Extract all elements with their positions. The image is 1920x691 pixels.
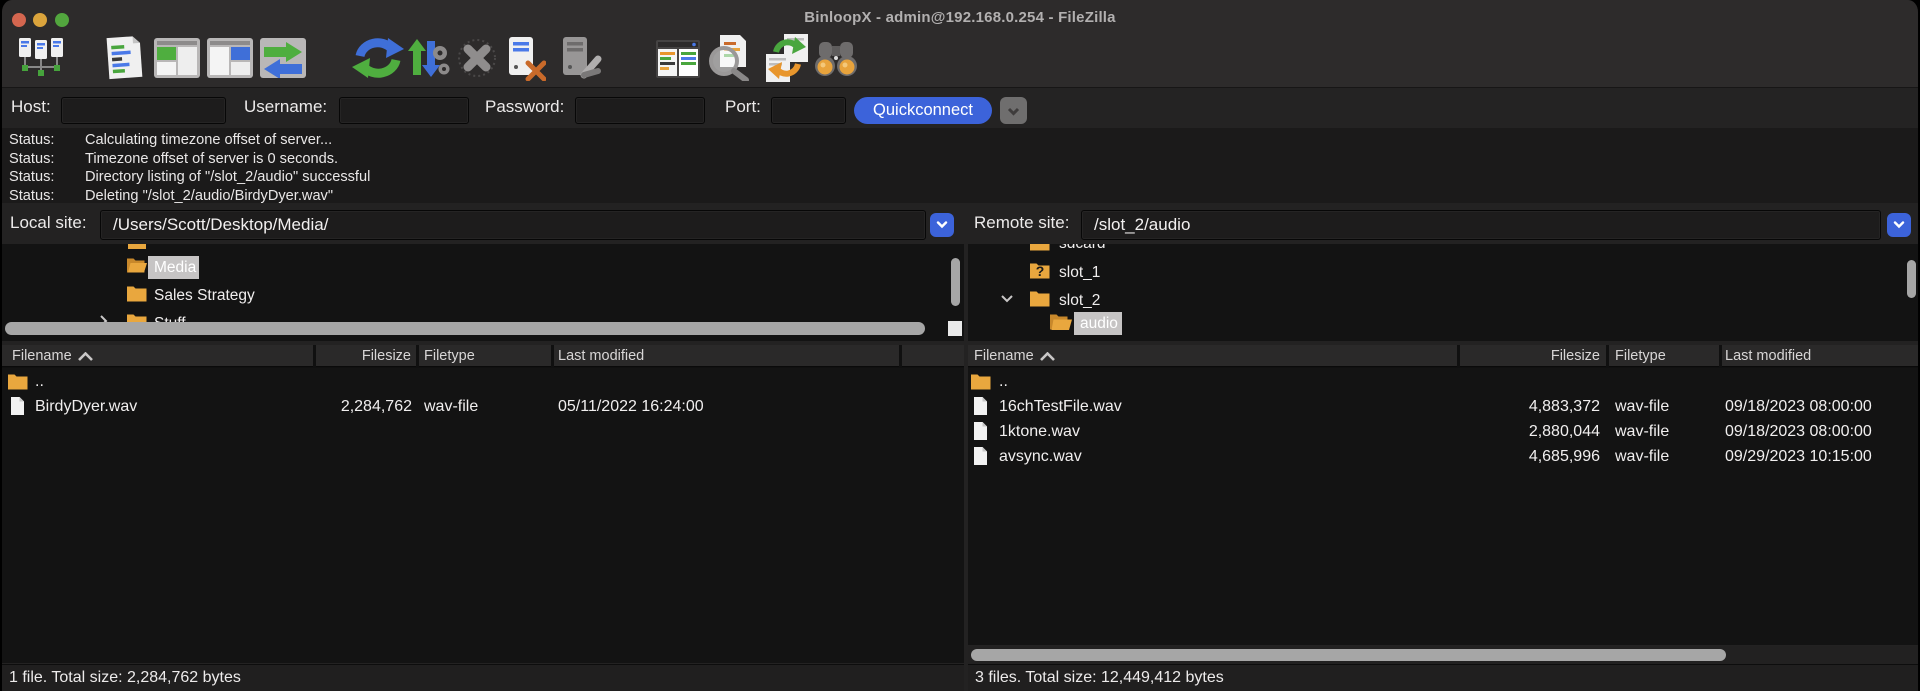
open-folder-icon — [1050, 313, 1072, 331]
cancel-icon[interactable] — [454, 38, 500, 78]
file-search-icon[interactable] — [706, 35, 754, 81]
column-header-last-modified[interactable]: Last modified — [554, 345, 899, 367]
column-header-last-modified[interactable]: Last modified — [1722, 345, 1920, 367]
host-label: Host: — [11, 88, 51, 129]
zoom-window-button[interactable] — [55, 13, 69, 27]
message-log-icon[interactable] — [104, 36, 144, 80]
chevron-down-icon — [936, 221, 948, 229]
vertical-scrollbar-thumb[interactable] — [1907, 260, 1916, 298]
reconnect-icon[interactable] — [562, 35, 602, 81]
remote-list-header: Filename Filesize Filetype Last modified — [968, 345, 1920, 368]
open-folder-icon — [127, 257, 147, 274]
remote-file-list: .. 16chTestFile.wav 4,883,372 wav-file 0… — [968, 368, 1920, 645]
file-row[interactable]: 1ktone.wav 2,880,044 wav-file 09/18/2023… — [968, 419, 1920, 444]
file-row[interactable]: BirdyDyer.wav 2,284,762 wav-file 05/11/2… — [2, 394, 964, 419]
password-label: Password: — [485, 88, 564, 129]
folder-icon — [971, 373, 991, 390]
title-bar: BinloopX - admin@192.168.0.254 - FileZil… — [2, 0, 1918, 33]
toolbar — [2, 33, 1918, 87]
remote-status-bar: 3 files. Total size: 12,449,412 bytes — [968, 664, 1920, 691]
column-header-filesize[interactable]: Filesize — [316, 345, 416, 367]
site-manager-icon[interactable] — [18, 36, 64, 80]
vertical-scrollbar-thumb[interactable] — [951, 258, 960, 306]
transfer-queue-icon[interactable] — [260, 38, 306, 78]
username-label: Username: — [244, 88, 327, 129]
username-input[interactable] — [339, 97, 469, 124]
column-header-filename[interactable]: Filename — [2, 345, 313, 367]
minimize-window-button[interactable] — [33, 13, 47, 27]
synchronized-browsing-icon[interactable] — [764, 34, 810, 82]
local-status-bar: 1 file. Total size: 2,284,762 bytes — [2, 664, 964, 691]
folder-icon — [8, 373, 28, 390]
host-input[interactable] — [61, 97, 226, 124]
port-input[interactable] — [771, 97, 846, 124]
scrollbar-corner — [948, 321, 962, 336]
local-site-path[interactable]: /Users/Scott/Desktop/Media/ — [100, 210, 926, 240]
quickconnect-dropdown-button[interactable] — [1000, 97, 1027, 124]
column-header-filename[interactable]: Filename — [968, 345, 1457, 367]
horizontal-scrollbar-thumb[interactable] — [971, 649, 1726, 661]
directory-listing-filters-icon[interactable] — [656, 40, 700, 78]
status-log-line: Status: Calculating timezone offset of s… — [2, 131, 1918, 149]
folder-icon — [1030, 290, 1050, 307]
directory-comparison-icon[interactable] — [814, 40, 858, 78]
file-row[interactable]: 16chTestFile.wav 4,883,372 wav-file 09/1… — [968, 394, 1920, 419]
file-icon — [973, 447, 988, 465]
local-directory-tree: Media Sales Strategy Stuff — [2, 244, 964, 341]
local-tree-toggle-icon[interactable] — [154, 38, 200, 78]
column-header-filetype[interactable]: Filetype — [1609, 345, 1719, 367]
port-label: Port: — [725, 88, 761, 129]
remote-tree-toggle-icon[interactable] — [207, 38, 253, 78]
main-area: Local site: /Users/Scott/Desktop/Media/ … — [2, 203, 1918, 691]
quickconnect-button[interactable]: Quickconnect — [854, 97, 992, 124]
chevron-down-icon — [1007, 107, 1020, 116]
horizontal-scrollbar-thumb[interactable] — [5, 322, 925, 335]
remote-site-path[interactable]: /slot_2/audio — [1081, 210, 1881, 240]
close-window-button[interactable] — [12, 13, 26, 27]
svg-text:?: ? — [1036, 263, 1045, 279]
remote-horizontal-scrollbar — [968, 646, 1920, 664]
remote-site-label: Remote site: — [974, 203, 1069, 244]
file-icon — [973, 422, 988, 440]
folder-icon — [128, 244, 146, 249]
folder-unknown-icon: ? — [1030, 262, 1050, 279]
refresh-icon[interactable] — [350, 34, 406, 82]
chevron-down-icon — [1000, 294, 1014, 303]
column-header-filesize[interactable]: Filesize — [1460, 345, 1606, 367]
status-log-line: Status: Directory listing of "/slot_2/au… — [2, 168, 1918, 186]
process-queue-icon[interactable] — [406, 35, 450, 81]
disconnect-icon[interactable] — [508, 35, 546, 81]
remote-site-dropdown-button[interactable] — [1887, 213, 1911, 237]
status-log-line: Status: Timezone offset of server is 0 s… — [2, 150, 1918, 168]
file-icon — [973, 397, 988, 415]
file-row-parent[interactable]: .. — [2, 369, 964, 394]
local-site-label: Local site: — [10, 203, 87, 244]
quickconnect-bar: Host: Username: Password: Port: Quickcon… — [2, 87, 1918, 128]
file-icon — [10, 397, 25, 415]
file-row-parent[interactable]: .. — [968, 369, 1920, 394]
column-header-empty — [902, 345, 964, 367]
local-file-list: .. BirdyDyer.wav 2,284,762 wav-file 05/1… — [2, 368, 964, 663]
filezilla-window: BinloopX - admin@192.168.0.254 - FileZil… — [0, 0, 1920, 691]
site-bars: Local site: /Users/Scott/Desktop/Media/ … — [2, 203, 1918, 244]
sort-ascending-icon — [1039, 352, 1056, 361]
sort-ascending-icon — [77, 352, 94, 361]
local-list-header: Filename Filesize Filetype Last modified — [2, 345, 964, 368]
column-header-filetype[interactable]: Filetype — [419, 345, 551, 367]
window-title: BinloopX - admin@192.168.0.254 - FileZil… — [804, 0, 1115, 33]
file-row[interactable]: avsync.wav 4,685,996 wav-file 09/29/2023… — [968, 444, 1920, 469]
folder-icon — [1030, 244, 1050, 251]
local-site-dropdown-button[interactable] — [930, 213, 954, 237]
password-input[interactable] — [575, 97, 705, 124]
status-log: Status: Calculating timezone offset of s… — [2, 128, 1918, 203]
remote-directory-tree: sdcard ? slot_1 slot_2 — [968, 244, 1920, 341]
folder-icon — [127, 285, 147, 302]
chevron-down-icon — [1893, 221, 1905, 229]
